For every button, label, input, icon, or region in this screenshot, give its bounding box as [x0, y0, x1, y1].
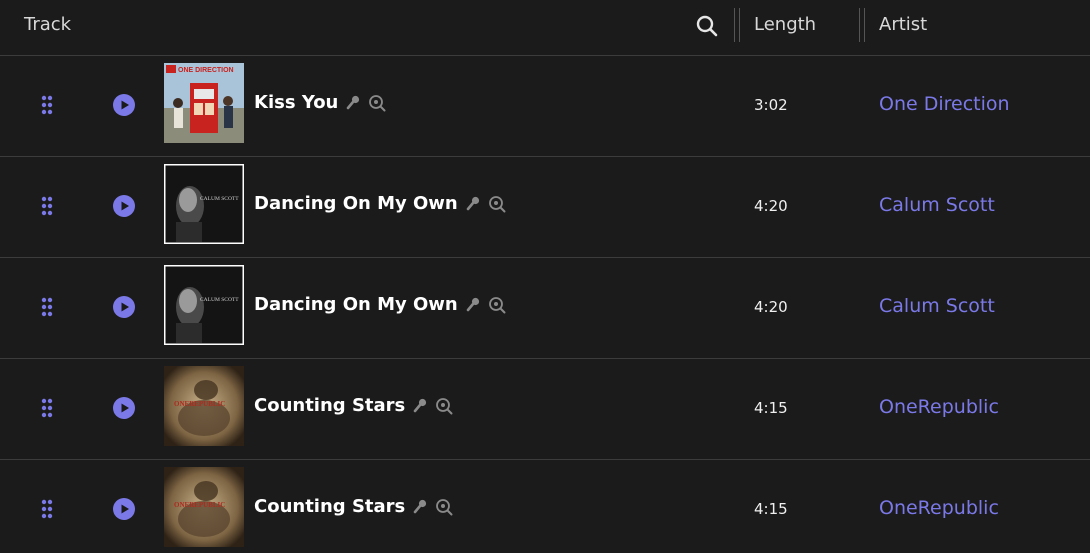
- table-row[interactable]: ONEREPUBLIC Counting Stars 4:15 OneRepub…: [0, 359, 1090, 460]
- album-cover: ONEREPUBLIC: [164, 467, 244, 547]
- lyrics-search-icon[interactable]: [435, 498, 453, 516]
- album-cover: CALUM SCOTT: [164, 265, 244, 345]
- table-row[interactable]: CALUM SCOTT Dancing On My Own 4:20 Calum…: [0, 157, 1090, 258]
- column-header-artist[interactable]: Artist: [879, 14, 927, 35]
- album-cover-image: ONE DIRECTION: [164, 63, 244, 143]
- track-title: Dancing On My Own: [254, 294, 506, 315]
- play-icon[interactable]: [113, 397, 135, 419]
- play-icon[interactable]: [113, 296, 135, 318]
- track-length: 4:20: [754, 298, 788, 316]
- track-title-text: Dancing On My Own: [254, 193, 458, 214]
- drag-handle-icon[interactable]: [40, 498, 54, 520]
- microphone-icon[interactable]: [464, 195, 482, 213]
- table-header: Track Length Artist: [0, 0, 1090, 56]
- track-title: Counting Stars: [254, 496, 453, 517]
- artist-link[interactable]: OneRepublic: [879, 396, 999, 418]
- cover-brand-text: ONEREPUBLIC: [174, 501, 225, 509]
- track-title-text: Counting Stars: [254, 395, 406, 416]
- search-icon[interactable]: [695, 14, 719, 38]
- play-icon[interactable]: [113, 498, 135, 520]
- artist-link[interactable]: Calum Scott: [879, 295, 995, 317]
- microphone-icon[interactable]: [411, 397, 429, 415]
- drag-handle-icon[interactable]: [40, 94, 54, 116]
- lyrics-search-icon[interactable]: [435, 397, 453, 415]
- play-icon[interactable]: [113, 195, 135, 217]
- album-cover-image: ONEREPUBLIC: [164, 366, 244, 446]
- artist-link[interactable]: Calum Scott: [879, 194, 995, 216]
- microphone-icon[interactable]: [464, 296, 482, 314]
- track-title: Counting Stars: [254, 395, 453, 416]
- lyrics-search-icon[interactable]: [488, 296, 506, 314]
- track-table: Track Length Artist ONE DIRECTION Kiss Y…: [0, 0, 1090, 553]
- cover-brand-text: CALUM SCOTT: [200, 196, 239, 202]
- album-cover: ONE DIRECTION: [164, 63, 244, 143]
- lyrics-search-icon[interactable]: [488, 195, 506, 213]
- track-title: Dancing On My Own: [254, 193, 506, 214]
- cover-brand-text: ONE DIRECTION: [178, 67, 234, 74]
- track-title-text: Kiss You: [254, 92, 339, 113]
- track-length: 4:15: [754, 500, 788, 518]
- track-title-text: Dancing On My Own: [254, 294, 458, 315]
- album-cover: ONEREPUBLIC: [164, 366, 244, 446]
- drag-handle-icon[interactable]: [40, 296, 54, 318]
- track-title: Kiss You: [254, 92, 386, 113]
- lyrics-search-icon[interactable]: [368, 94, 386, 112]
- column-header-length[interactable]: Length: [754, 14, 816, 35]
- album-cover-image: CALUM SCOTT: [164, 265, 244, 345]
- column-header-track[interactable]: Track: [24, 14, 71, 35]
- cover-brand-text: ONEREPUBLIC: [174, 400, 225, 408]
- album-cover: CALUM SCOTT: [164, 164, 244, 244]
- microphone-icon[interactable]: [344, 94, 362, 112]
- track-length: 3:02: [754, 96, 788, 114]
- cover-brand-text: CALUM SCOTT: [200, 297, 239, 303]
- artist-link[interactable]: OneRepublic: [879, 497, 999, 519]
- album-cover-image: CALUM SCOTT: [164, 164, 244, 244]
- track-title-text: Counting Stars: [254, 496, 406, 517]
- microphone-icon[interactable]: [411, 498, 429, 516]
- drag-handle-icon[interactable]: [40, 195, 54, 217]
- table-row[interactable]: ONEREPUBLIC Counting Stars 4:15 OneRepub…: [0, 460, 1090, 553]
- track-length: 4:15: [754, 399, 788, 417]
- album-cover-image: ONEREPUBLIC: [164, 467, 244, 547]
- artist-link[interactable]: One Direction: [879, 93, 1010, 115]
- drag-handle-icon[interactable]: [40, 397, 54, 419]
- track-length: 4:20: [754, 197, 788, 215]
- play-icon[interactable]: [113, 94, 135, 116]
- column-resize-handle[interactable]: [734, 8, 740, 42]
- table-row[interactable]: CALUM SCOTT Dancing On My Own 4:20 Calum…: [0, 258, 1090, 359]
- column-resize-handle[interactable]: [859, 8, 865, 42]
- table-row[interactable]: ONE DIRECTION Kiss You 3:02 One Directio…: [0, 56, 1090, 157]
